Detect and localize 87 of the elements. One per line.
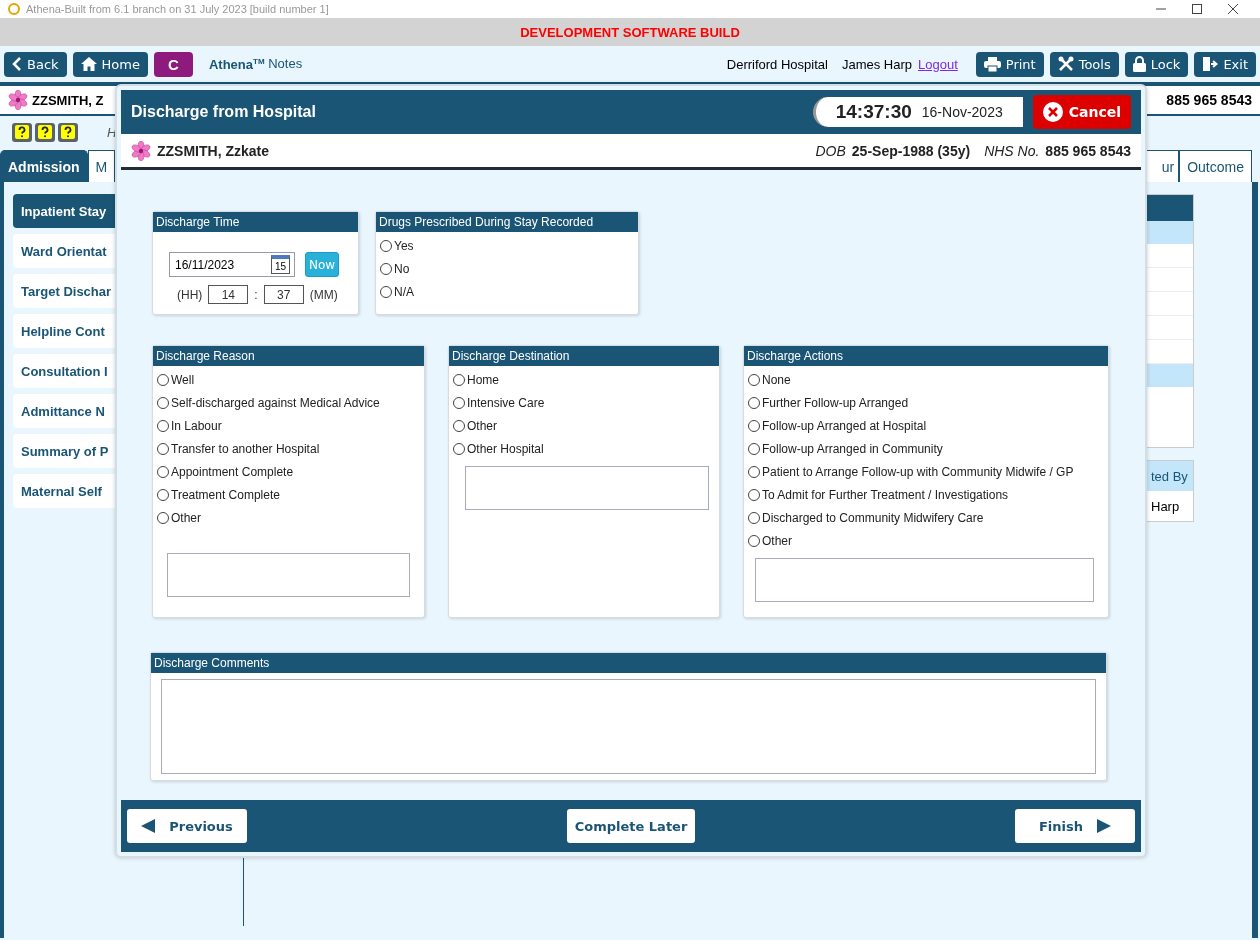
option-label: Intensive Care bbox=[467, 395, 545, 410]
patient-name: ZZSMITH, Z bbox=[32, 92, 104, 108]
flower-icon bbox=[8, 90, 28, 110]
option-label: Other bbox=[171, 510, 201, 525]
nav-button[interactable]: Home bbox=[72, 51, 148, 77]
panel-title: Discharge Actions bbox=[744, 346, 1108, 366]
option-label: None bbox=[762, 372, 791, 387]
triangle-right-icon bbox=[1097, 819, 1111, 833]
close-icon bbox=[1042, 102, 1063, 122]
exit-icon bbox=[1202, 56, 1219, 72]
panel-title: Discharge Time bbox=[153, 212, 358, 232]
option-label: Other bbox=[762, 533, 792, 548]
option-label: To Admit for Further Treatment / Investigations bbox=[762, 487, 1009, 502]
triangle-left-icon bbox=[141, 819, 156, 833]
app-badge[interactable]: C bbox=[153, 51, 193, 77]
option-label: In Labour bbox=[171, 418, 222, 433]
nhs-number: 885 965 8543 bbox=[1166, 92, 1252, 108]
comments-field[interactable] bbox=[161, 679, 1096, 774]
logout-link[interactable]: Logout bbox=[918, 56, 958, 72]
panel-title: Discharge Reason bbox=[153, 346, 424, 366]
dob-label: DOB bbox=[815, 142, 846, 159]
option-label: Further Follow-up Arranged bbox=[762, 395, 909, 410]
app-icon bbox=[8, 3, 20, 15]
option-label: Well bbox=[171, 372, 195, 387]
option-label: Self-discharged against Medical Advice bbox=[171, 395, 380, 410]
close-icon[interactable] bbox=[1228, 4, 1238, 14]
option-label: Other bbox=[467, 418, 497, 433]
minute-label: (MM) bbox=[309, 287, 338, 302]
nhs-label: NHS No. bbox=[984, 142, 1040, 159]
dialog-title: Discharge from Hospital bbox=[131, 103, 316, 121]
option-label: Transfer to another Hospital bbox=[171, 441, 320, 456]
option-label: Discharged to Community Midwifery Care bbox=[762, 510, 984, 525]
option-label: N/A bbox=[394, 284, 414, 299]
panel-title: Discharge Comments bbox=[151, 653, 1106, 673]
hour-field[interactable]: 14 bbox=[208, 285, 249, 304]
help-icon[interactable] bbox=[35, 122, 55, 142]
previous-button[interactable]: Previous bbox=[127, 809, 247, 843]
tools-icon bbox=[1057, 56, 1074, 72]
option-label: Follow-up Arranged in Community bbox=[762, 441, 943, 456]
panel-title: Drugs Prescribed During Stay Recorded bbox=[376, 212, 638, 232]
text-field[interactable] bbox=[755, 558, 1094, 602]
app-name: Athena$^{TM}$ Notes bbox=[208, 56, 303, 72]
hour-label: (HH) bbox=[177, 287, 203, 302]
minute-field[interactable]: 37 bbox=[263, 285, 304, 304]
option-label: Follow-up Arranged at Hospital bbox=[762, 418, 927, 433]
option-label: No bbox=[394, 261, 410, 276]
tab[interactable]: Admission bbox=[0, 150, 88, 182]
maximize-icon[interactable] bbox=[1192, 4, 1202, 14]
banner-text: DEVELOPMENT SOFTWARE BUILD bbox=[520, 24, 740, 40]
panel-title: Discharge Destination bbox=[449, 346, 719, 366]
option-label: Appointment Complete bbox=[171, 464, 294, 479]
chevron-left-icon bbox=[12, 57, 22, 71]
calendar-icon[interactable]: 15 bbox=[271, 255, 290, 274]
option-label: Treatment Complete bbox=[171, 487, 280, 502]
complete-later-button[interactable]: Complete Later bbox=[566, 809, 696, 843]
tab[interactable]: Outcome bbox=[1179, 150, 1252, 182]
option-label: Patient to Arrange Follow-up with Community Midwife / GP bbox=[762, 464, 1074, 479]
window-title: Athena-Built from 6.1 branch on 31 July 2023 [build number 1] bbox=[26, 3, 329, 15]
option-label: Other Hospital bbox=[467, 441, 544, 456]
dob-value: 25-Sep-1988 (35y) bbox=[851, 142, 971, 159]
flower-icon bbox=[131, 140, 151, 161]
nav-button[interactable]: Back bbox=[4, 51, 67, 77]
help-icon[interactable] bbox=[58, 122, 78, 142]
time-separator: : bbox=[254, 287, 258, 302]
home-icon bbox=[80, 57, 97, 71]
nav-button[interactable]: Print bbox=[975, 51, 1044, 77]
tab[interactable]: M bbox=[87, 150, 116, 182]
clock-time: 14:37:30 bbox=[835, 101, 912, 123]
nhs-number: 885 965 8543 bbox=[1045, 142, 1131, 159]
text-field[interactable] bbox=[465, 466, 709, 510]
patient-name: ZZSMITH, Zzkate bbox=[157, 142, 269, 159]
date-field[interactable]: 16/11/2023 15 bbox=[169, 252, 295, 277]
printer-icon bbox=[983, 56, 1001, 72]
option-label: Yes bbox=[394, 238, 414, 253]
finish-button[interactable]: Finish bbox=[1015, 809, 1135, 843]
option-label: Home bbox=[467, 372, 499, 387]
nav-button[interactable]: Lock bbox=[1124, 51, 1189, 77]
cancel-button[interactable]: Cancel bbox=[1032, 95, 1131, 129]
help-icon[interactable] bbox=[12, 122, 32, 142]
user-name: James Harp bbox=[841, 56, 912, 72]
lock-icon bbox=[1132, 56, 1146, 72]
hospital-name: Derriford Hospital bbox=[726, 56, 828, 72]
clock-date: 16-Nov-2023 bbox=[921, 104, 1003, 120]
nav-button[interactable]: Tools bbox=[1049, 51, 1119, 77]
text-field[interactable] bbox=[167, 553, 410, 597]
table-cell-text: Harp bbox=[1150, 497, 1181, 516]
nav-button[interactable]: Exit bbox=[1194, 51, 1256, 77]
